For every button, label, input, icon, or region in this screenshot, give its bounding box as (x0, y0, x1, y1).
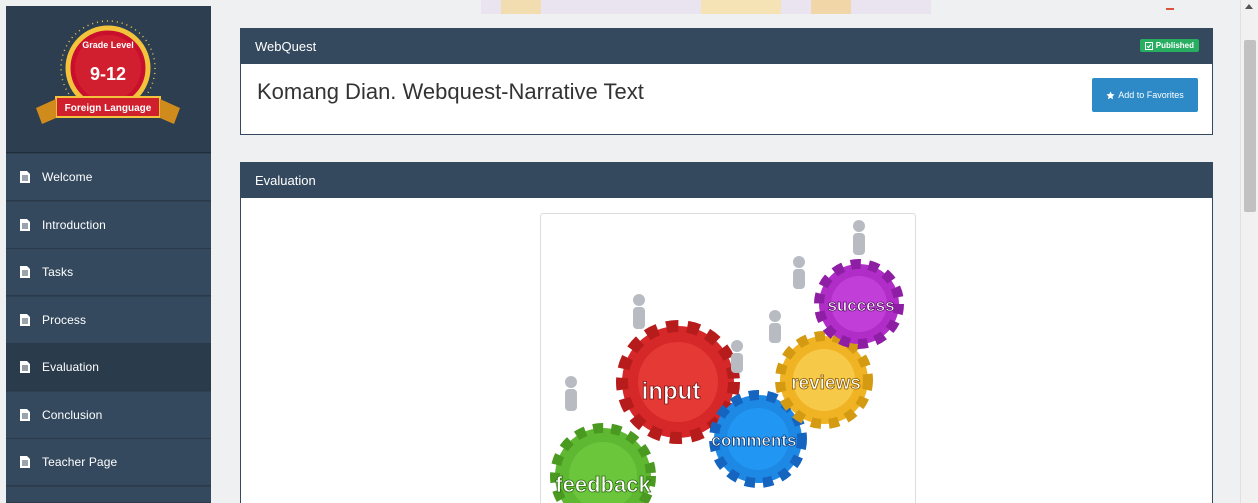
page-title: Komang Dian. Webquest-Narrative Text (257, 79, 644, 104)
sidebar: Grade Level 9-12 Foreign Language Welcom… (6, 6, 211, 503)
evaluation-panel-header: Evaluation (241, 163, 1212, 198)
sidebar-item-label: Conclusion (42, 408, 103, 422)
add-to-favorites-button[interactable]: Add to Favorites (1092, 78, 1198, 112)
document-icon (20, 361, 30, 373)
evaluation-gears-image: feedback input comments reviews success (540, 213, 916, 503)
gear-label: feedback (555, 472, 651, 497)
grade-range-text: 9-12 (90, 64, 126, 84)
subject-text: Foreign Language (65, 103, 152, 114)
gear-label: reviews (791, 373, 861, 394)
top-banner-strip (211, 0, 1240, 14)
favorites-label: Add to Favorites (1118, 90, 1184, 100)
panel-heading: WebQuest (255, 39, 317, 54)
document-icon (20, 171, 30, 183)
page-scrollbar[interactable] (1240, 0, 1258, 503)
star-icon (1106, 90, 1115, 99)
scroll-up-arrow-icon[interactable] (1245, 4, 1253, 9)
sidebar-item-label: Welcome (42, 170, 93, 184)
document-icon (20, 219, 30, 231)
check-square-icon (1144, 41, 1153, 50)
webquest-panel: WebQuest Published Komang Dian. Webquest… (240, 28, 1213, 135)
gear-label: success (827, 296, 894, 315)
evaluation-panel: Evaluation feedback input comments revie… (240, 162, 1213, 503)
sidebar-item-more[interactable] (6, 487, 211, 503)
sidebar-item-tasks[interactable]: Tasks (6, 249, 211, 296)
sidebar-item-teacher-page[interactable]: Teacher Page (6, 439, 211, 486)
sidebar-item-welcome[interactable]: Welcome (6, 154, 211, 201)
sidebar-item-evaluation[interactable]: Evaluation (6, 344, 211, 391)
document-icon (20, 314, 30, 326)
status-badge: Published (1139, 39, 1199, 52)
sidebar-item-introduction[interactable]: Introduction (6, 202, 211, 249)
sidebar-item-label: Teacher Page (42, 455, 118, 469)
panel-heading: Evaluation (255, 173, 316, 188)
status-text: Published (1155, 41, 1194, 50)
scroll-thumb[interactable] (1244, 40, 1256, 212)
sidebar-item-label: Process (42, 313, 87, 327)
gear-label: comments (711, 431, 796, 450)
sidebar-item-label: Evaluation (42, 360, 100, 374)
sidebar-item-label: Introduction (42, 218, 106, 232)
document-icon (20, 266, 30, 278)
webquest-panel-header: WebQuest Published (241, 29, 1212, 64)
grade-level-logo: Grade Level 9-12 Foreign Language (6, 6, 211, 153)
gear-label: input (642, 378, 701, 405)
sidebar-item-conclusion[interactable]: Conclusion (6, 392, 211, 439)
grade-level-text: Grade Level (82, 40, 134, 50)
sidebar-item-process[interactable]: Process (6, 297, 211, 344)
document-icon (20, 409, 30, 421)
document-icon (20, 456, 30, 468)
sidebar-item-label: Tasks (42, 265, 74, 279)
